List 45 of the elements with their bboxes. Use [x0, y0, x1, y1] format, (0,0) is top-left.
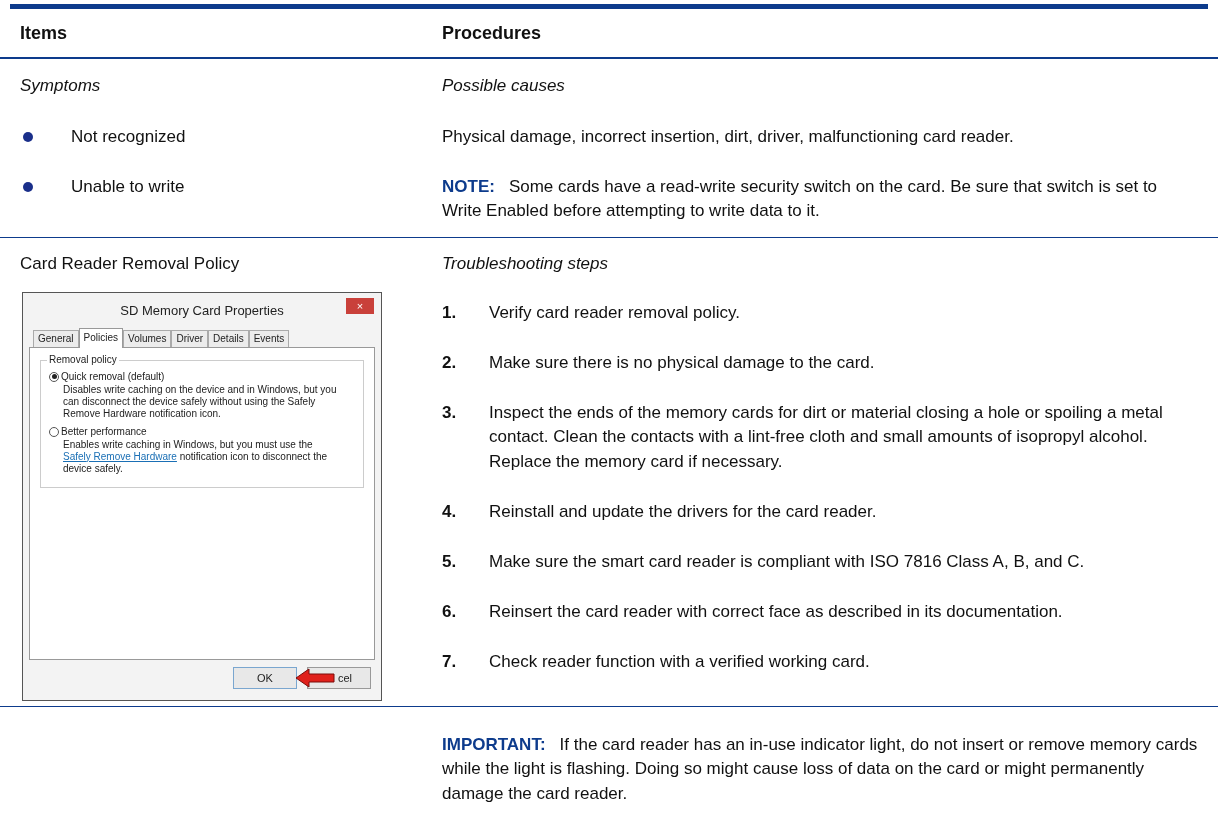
note-text: NOTE: Some cards have a read-write security switch on the card. Be sure that switch is set to Write Enabled before attempting to write data to it. [442, 175, 1159, 222]
step-number: 1. [442, 301, 458, 324]
bullet-icon [23, 131, 33, 142]
step-text: Check reader function with a verified working card. [489, 650, 871, 673]
option-label: Quick removal (default) [61, 370, 165, 383]
radio-button[interactable] [49, 371, 59, 382]
step-number: 6. [442, 600, 458, 623]
cause-text: Physical damage, incorrect insertion, dirt, driver, malfunctioning card reader. [442, 125, 1015, 148]
radio-button[interactable] [49, 426, 59, 437]
dialog-tab[interactable]: Details [208, 329, 249, 347]
help-link[interactable]: Safely Remove Hardware [63, 450, 177, 462]
dialog-tab[interactable]: Policies [78, 327, 124, 348]
step-text: Reinstall and update the drivers for the card reader. [489, 500, 878, 523]
dialog-tab[interactable]: General [33, 329, 79, 347]
dialog-tab[interactable]: Volumes [123, 329, 172, 347]
step-number: 3. [442, 401, 458, 424]
group-label: Removal policy [47, 353, 119, 366]
dialog-tab[interactable]: Events [248, 329, 290, 347]
step-text: Make sure the smart card reader is compliant with ISO 7816 Class A, B, and C. [489, 550, 1086, 573]
step-number: 4. [442, 500, 458, 523]
bullet-icon [23, 181, 33, 192]
item-label: Card Reader Removal Policy [20, 253, 240, 273]
step-number: 5. [442, 550, 458, 573]
important-note-text: IMPORTANT: If the card reader has an in-use indicator light, do not insert or remove memory cards while the light is flashing. Doing so might cause loss of data on the card or might permanently damage the card reader. [442, 733, 1198, 805]
symptom-text: Not recognized [71, 125, 186, 148]
section-subheading: Troubleshooting steps [442, 253, 608, 273]
option-label: Better performance [61, 425, 147, 438]
step-text: Verify card reader removal policy. [489, 301, 741, 324]
section-subheading: Possible causes [442, 76, 565, 95]
close-button[interactable]: × [346, 297, 374, 314]
option-description: Enables write caching in Windows, but you must use the Safely Remove Hardware notification icon to disconnect the device safely. [63, 438, 329, 475]
symptom-text: Unable to write [71, 175, 185, 198]
column-header: Items [20, 21, 69, 45]
ok-button[interactable]: OK [233, 666, 297, 689]
step-text: Make sure there is no physical damage to the card. [489, 351, 876, 374]
step-number: 2. [442, 351, 458, 374]
step-text: Inspect the ends of the memory cards for dirt or material closing a hole or spoiling a metal contact. Clean the contacts with a lint-free cloth and small amounts of isopropyl alcohol. Replace the memory card if necessary. [489, 401, 1164, 473]
section-subheading: Symptoms [20, 76, 101, 95]
step-text: Reinsert the card reader with correct face as described in its documentation. [489, 600, 1064, 623]
option-description: Disables write caching on the device and in Windows, but you can disconnect the device safely without using the Safely Remove Hardware notification icon. [63, 383, 338, 420]
step-number: 7. [442, 650, 458, 673]
dialog-title: SD Memory Card Properties [120, 304, 284, 317]
column-header: Procedures [442, 21, 543, 45]
arrow-icon [295, 667, 335, 688]
dialog-tab[interactable]: Driver [171, 329, 209, 347]
